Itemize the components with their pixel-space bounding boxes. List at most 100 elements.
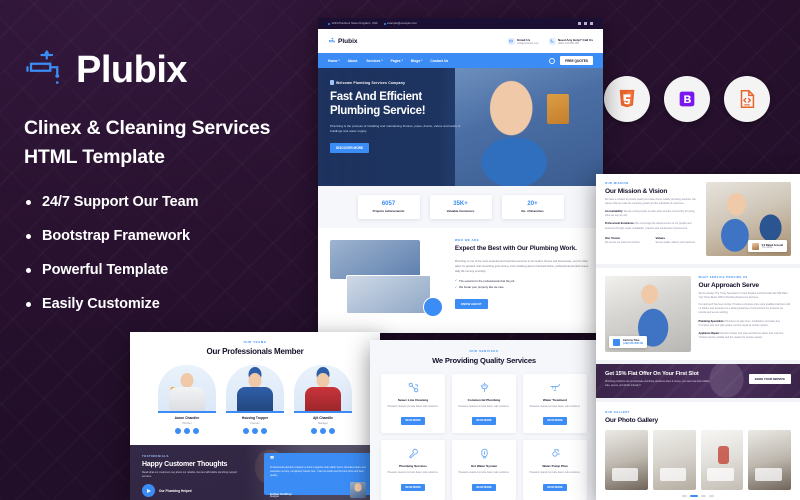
stat-card: 20+ No. of Branches: [501, 195, 564, 219]
service-card[interactable]: Plumbing Services Pleasant cleanout prov…: [381, 440, 445, 500]
gallery-kicker: OUR GALLERY: [605, 411, 630, 414]
water-treatment-icon: [528, 380, 582, 395]
avatar: [350, 482, 366, 499]
twitter-icon[interactable]: [584, 22, 587, 25]
service-card[interactable]: Commercial Plumbing Pleasant cleanout pr…: [452, 374, 516, 434]
team-template-preview[interactable]: OUR TEAMS Our Professionals Member Aaron…: [130, 332, 380, 500]
facebook-icon[interactable]: [175, 427, 181, 434]
video-play-row[interactable]: Our Plumbing Helped: [142, 484, 255, 497]
team-member-card[interactable]: Housing Trupper Founder: [226, 365, 284, 434]
service-card[interactable]: Sewer Line Cleaning Pleasant cleanout pr…: [381, 374, 445, 434]
html5-badge: [604, 76, 650, 122]
testimonial-quote: Professional plumbers helped us fixed a …: [270, 465, 366, 478]
hero-title-line1: Fast And Efficient: [330, 91, 422, 103]
services-title: We Providing Quality Services: [432, 356, 536, 365]
twitter-icon[interactable]: [320, 427, 326, 434]
gallery-photo[interactable]: [605, 429, 648, 490]
about-kicker: WHO WE ARE: [454, 238, 480, 242]
about-cta-button[interactable]: KNOW ABOUT: [454, 298, 488, 309]
service-desc: Pleasant cleanout provide faster, safe s…: [458, 470, 510, 474]
main-template-preview[interactable]: 1234 Plumbers Street Kingdom, USA exampl…: [318, 18, 603, 333]
team-title: Our Professionals Member: [206, 347, 304, 356]
instagram-icon[interactable]: [261, 427, 267, 434]
service-read-more-button[interactable]: READ MORE: [400, 483, 426, 491]
nav-item-contact-us[interactable]: Contact Us: [430, 59, 449, 63]
service-read-more-button[interactable]: READ MORE: [542, 483, 568, 491]
team-member-socials[interactable]: [158, 427, 216, 434]
mission-sub2: Professional Excellence: We encourage th…: [605, 222, 698, 231]
gallery-photo[interactable]: [700, 429, 744, 490]
service-read-more-button[interactable]: READ MORE: [542, 417, 568, 425]
facebook-icon[interactable]: [578, 22, 581, 25]
divider: [294, 411, 352, 413]
approach-section: Call Any Time (+88) 123-4567-89 WHAT SER…: [596, 268, 800, 360]
preview-brand-name: Plubix: [338, 37, 358, 45]
gallery-dot[interactable]: [682, 494, 687, 497]
about-photo-plumber: [346, 275, 432, 315]
map-pin-icon: [328, 22, 330, 25]
preview-header: Plubix Email Us info@example.com Need An…: [318, 29, 603, 53]
preview-navbar[interactable]: Home About Services Pages Blogs Contact …: [318, 53, 603, 68]
hero-cta-button[interactable]: DISCOVER MORE: [330, 142, 370, 153]
feature-item: Bootstrap Framework: [24, 228, 324, 244]
nav-item-about[interactable]: About: [348, 59, 359, 63]
nav-item-pages[interactable]: Pages: [391, 59, 403, 63]
offer-title: Get 15% Flat Offer On Your First Slot: [605, 371, 699, 377]
service-card[interactable]: Water Pump Plan Pleasant cleanout provid…: [523, 440, 587, 500]
service-name: Sewer Line Cleaning: [397, 398, 429, 402]
commercial-tap-icon: [457, 380, 511, 395]
preview-brand[interactable]: Plubix: [328, 37, 358, 46]
divider: [158, 411, 216, 413]
hero-title-line2: Plumbing Service!: [330, 105, 426, 118]
team-member-socials[interactable]: [294, 427, 352, 434]
experience-badge: [422, 297, 443, 317]
facebook-icon[interactable]: [311, 427, 317, 434]
stat-card: 6057 Projects Achievements: [357, 195, 420, 219]
feature-item: 24/7 Support Our Team: [24, 194, 324, 210]
service-name: Water Pump Plan: [542, 464, 568, 469]
nav-item-services[interactable]: Services: [366, 59, 382, 63]
service-card[interactable]: Hot Water System Pleasant cleanout provi…: [452, 440, 516, 500]
stat-value: 20+: [527, 201, 538, 208]
mission-photo: 5.0 Rated Around The Globe: [706, 182, 791, 256]
feature-item: Powerful Template: [24, 262, 324, 278]
offer-button[interactable]: BOOK YOUR SERVICE: [748, 374, 791, 385]
twitter-icon[interactable]: [252, 427, 258, 434]
gallery-dot[interactable]: [701, 494, 706, 497]
topbar-socials[interactable]: [578, 22, 593, 25]
values-column: Values Service quality, delivery and cus…: [656, 236, 699, 246]
inner-pages-template-preview[interactable]: OUR MISSION Our Mission & Vision We have…: [596, 174, 800, 500]
services-template-preview[interactable]: OUR SERVICES We Providing Quality Servic…: [370, 340, 598, 500]
facebook-icon[interactable]: [243, 427, 249, 434]
service-read-more-button[interactable]: READ MORE: [400, 417, 426, 425]
mission-title: Our Mission & Vision: [605, 187, 668, 195]
services-kicker: OUR SERVICES: [469, 349, 499, 353]
instagram-icon[interactable]: [590, 22, 593, 25]
team-member-socials[interactable]: [226, 427, 284, 434]
play-icon[interactable]: [142, 484, 155, 497]
service-read-more-button[interactable]: READ MORE: [471, 483, 497, 491]
search-icon[interactable]: [549, 57, 556, 64]
twitter-icon[interactable]: [184, 427, 190, 434]
gallery-dot[interactable]: [709, 494, 714, 497]
hero-paragraph: Plumbing is the process of installing an…: [330, 124, 461, 134]
gallery-pagination[interactable]: [605, 494, 791, 497]
service-card[interactable]: Water Treatment Pleasant cleanout provid…: [523, 374, 587, 434]
gallery-dot-active[interactable]: [690, 494, 698, 497]
call-badge[interactable]: Call Any Time (+88) 123-4567-89: [609, 336, 647, 348]
team-member-card[interactable]: Ajit Chamille Manager: [294, 365, 352, 434]
service-desc: Pleasant cleanout provide faster, safe s…: [458, 404, 510, 408]
gallery-photo[interactable]: [748, 429, 791, 490]
video-play-label: Our Plumbing Helped: [159, 488, 192, 493]
team-member-card[interactable]: Aaron Chandler Plumber: [158, 365, 216, 434]
nav-item-blogs[interactable]: Blogs: [411, 59, 423, 63]
service-desc: Pleasant cleanout provide faster, safe s…: [387, 404, 439, 408]
promo-block: Plubix Clinex & Cleaning Services HTML T…: [24, 48, 324, 330]
instagram-icon[interactable]: [193, 427, 199, 434]
gallery-photo[interactable]: [652, 429, 696, 490]
service-read-more-button[interactable]: READ MORE: [471, 417, 497, 425]
instagram-icon[interactable]: [329, 427, 335, 434]
free-quotes-button[interactable]: FREE QUOTES: [560, 55, 593, 66]
nav-item-home[interactable]: Home: [328, 59, 340, 63]
promo-title-line1: Clinex & Cleaning Services: [24, 117, 271, 139]
